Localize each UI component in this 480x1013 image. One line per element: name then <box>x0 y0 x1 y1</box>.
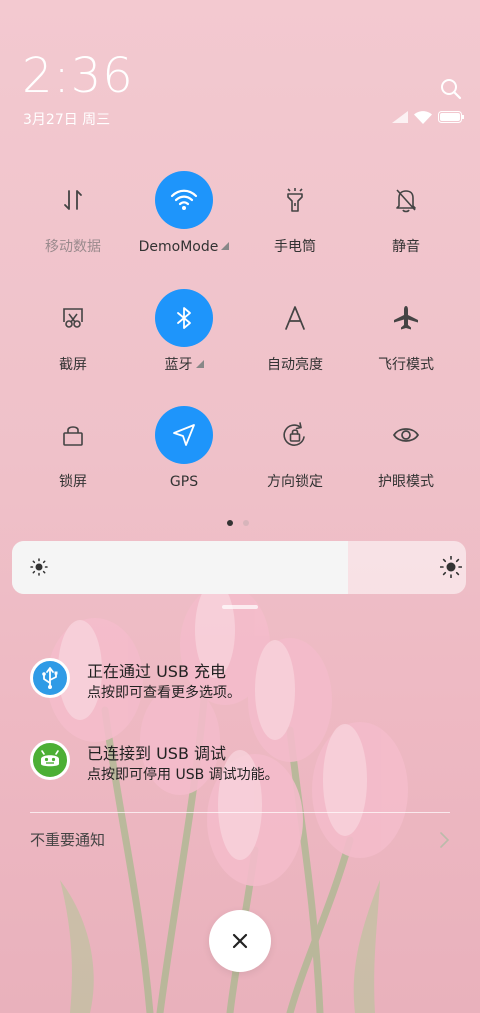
notification-usb-charging[interactable]: 正在通过 USB 充电 点按即可查看更多选项。 <box>30 658 450 718</box>
tile-label: 蓝牙 <box>164 357 193 373</box>
tile-lock-screen[interactable]: 锁屏 <box>18 406 128 516</box>
tile-airplane[interactable]: 飞行模式 <box>351 289 461 399</box>
tile-label: 自动亮度 <box>267 357 323 373</box>
clock: 2:36 <box>22 48 134 104</box>
usb-icon <box>30 658 70 698</box>
bluetooth-icon <box>155 289 213 347</box>
page-indicator <box>227 520 249 526</box>
divider <box>30 812 450 813</box>
wifi-icon <box>155 171 213 229</box>
mobile-data-icon <box>44 171 102 229</box>
signal-icon <box>392 111 408 123</box>
notification-text: 点按即可查看更多选项。 <box>87 685 241 701</box>
expand-indicator-icon <box>195 360 204 368</box>
screenshot-icon <box>44 289 102 347</box>
notification-usb-debugging[interactable]: 已连接到 USB 调试 点按即可停用 USB 调试功能。 <box>30 740 450 800</box>
close-icon <box>232 933 248 949</box>
brightness-low-icon <box>30 558 48 576</box>
tile-wifi[interactable]: DemoMode <box>129 171 239 281</box>
notification-title: 正在通过 USB 充电 <box>87 662 227 681</box>
flashlight-icon <box>266 171 324 229</box>
tile-label: 飞行模式 <box>378 357 434 373</box>
brightness-high-icon <box>440 556 462 578</box>
lock-icon <box>44 406 102 464</box>
tile-label: 静音 <box>392 239 420 255</box>
mute-bell-icon <box>377 171 435 229</box>
tile-eye-care[interactable]: 护眼模式 <box>351 406 461 516</box>
page-dot-active <box>227 520 233 526</box>
tile-flashlight[interactable]: 手电筒 <box>240 171 350 281</box>
notification-text: 点按即可停用 USB 调试功能。 <box>87 767 279 783</box>
tile-label: GPS <box>169 474 199 490</box>
tile-mobile-data[interactable]: 移动数据 <box>18 171 128 281</box>
tile-label: 移动数据 <box>45 239 101 255</box>
eye-icon <box>377 406 435 464</box>
tile-mute[interactable]: 静音 <box>351 171 461 281</box>
airplane-icon <box>377 289 435 347</box>
tile-label: 截屏 <box>59 357 87 373</box>
battery-icon <box>438 111 464 123</box>
tile-label: 锁屏 <box>59 474 87 490</box>
tile-bluetooth[interactable]: 蓝牙 <box>129 289 239 399</box>
date: 3月27日 周三 <box>23 112 111 128</box>
wifi-status-icon <box>414 110 432 124</box>
clear-all-button[interactable] <box>209 910 271 972</box>
tile-label: 护眼模式 <box>378 474 434 490</box>
android-icon <box>30 740 70 780</box>
tile-screenshot[interactable]: 截屏 <box>18 289 128 399</box>
tile-rotation-lock[interactable]: 方向锁定 <box>240 406 350 516</box>
notification-title: 已连接到 USB 调试 <box>87 744 227 763</box>
tile-gps[interactable]: GPS <box>129 406 239 516</box>
chevron-right-icon[interactable] <box>437 830 451 850</box>
brightness-fill <box>12 541 348 594</box>
rotation-lock-icon <box>266 406 324 464</box>
expand-indicator-icon <box>221 242 230 250</box>
tile-label: DemoMode <box>138 239 219 255</box>
gps-icon <box>155 406 213 464</box>
brightness-slider[interactable] <box>12 541 466 594</box>
drag-handle[interactable] <box>222 605 258 609</box>
tile-auto-brightness[interactable]: 自动亮度 <box>240 289 350 399</box>
page-dot <box>243 520 249 526</box>
unimportant-notifications-link[interactable]: 不重要通知 <box>30 829 105 850</box>
tile-label: 方向锁定 <box>267 474 323 490</box>
status-bar-icons <box>392 110 466 124</box>
auto-brightness-icon <box>266 289 324 347</box>
search-icon[interactable] <box>440 78 462 100</box>
tile-label: 手电筒 <box>274 239 316 255</box>
